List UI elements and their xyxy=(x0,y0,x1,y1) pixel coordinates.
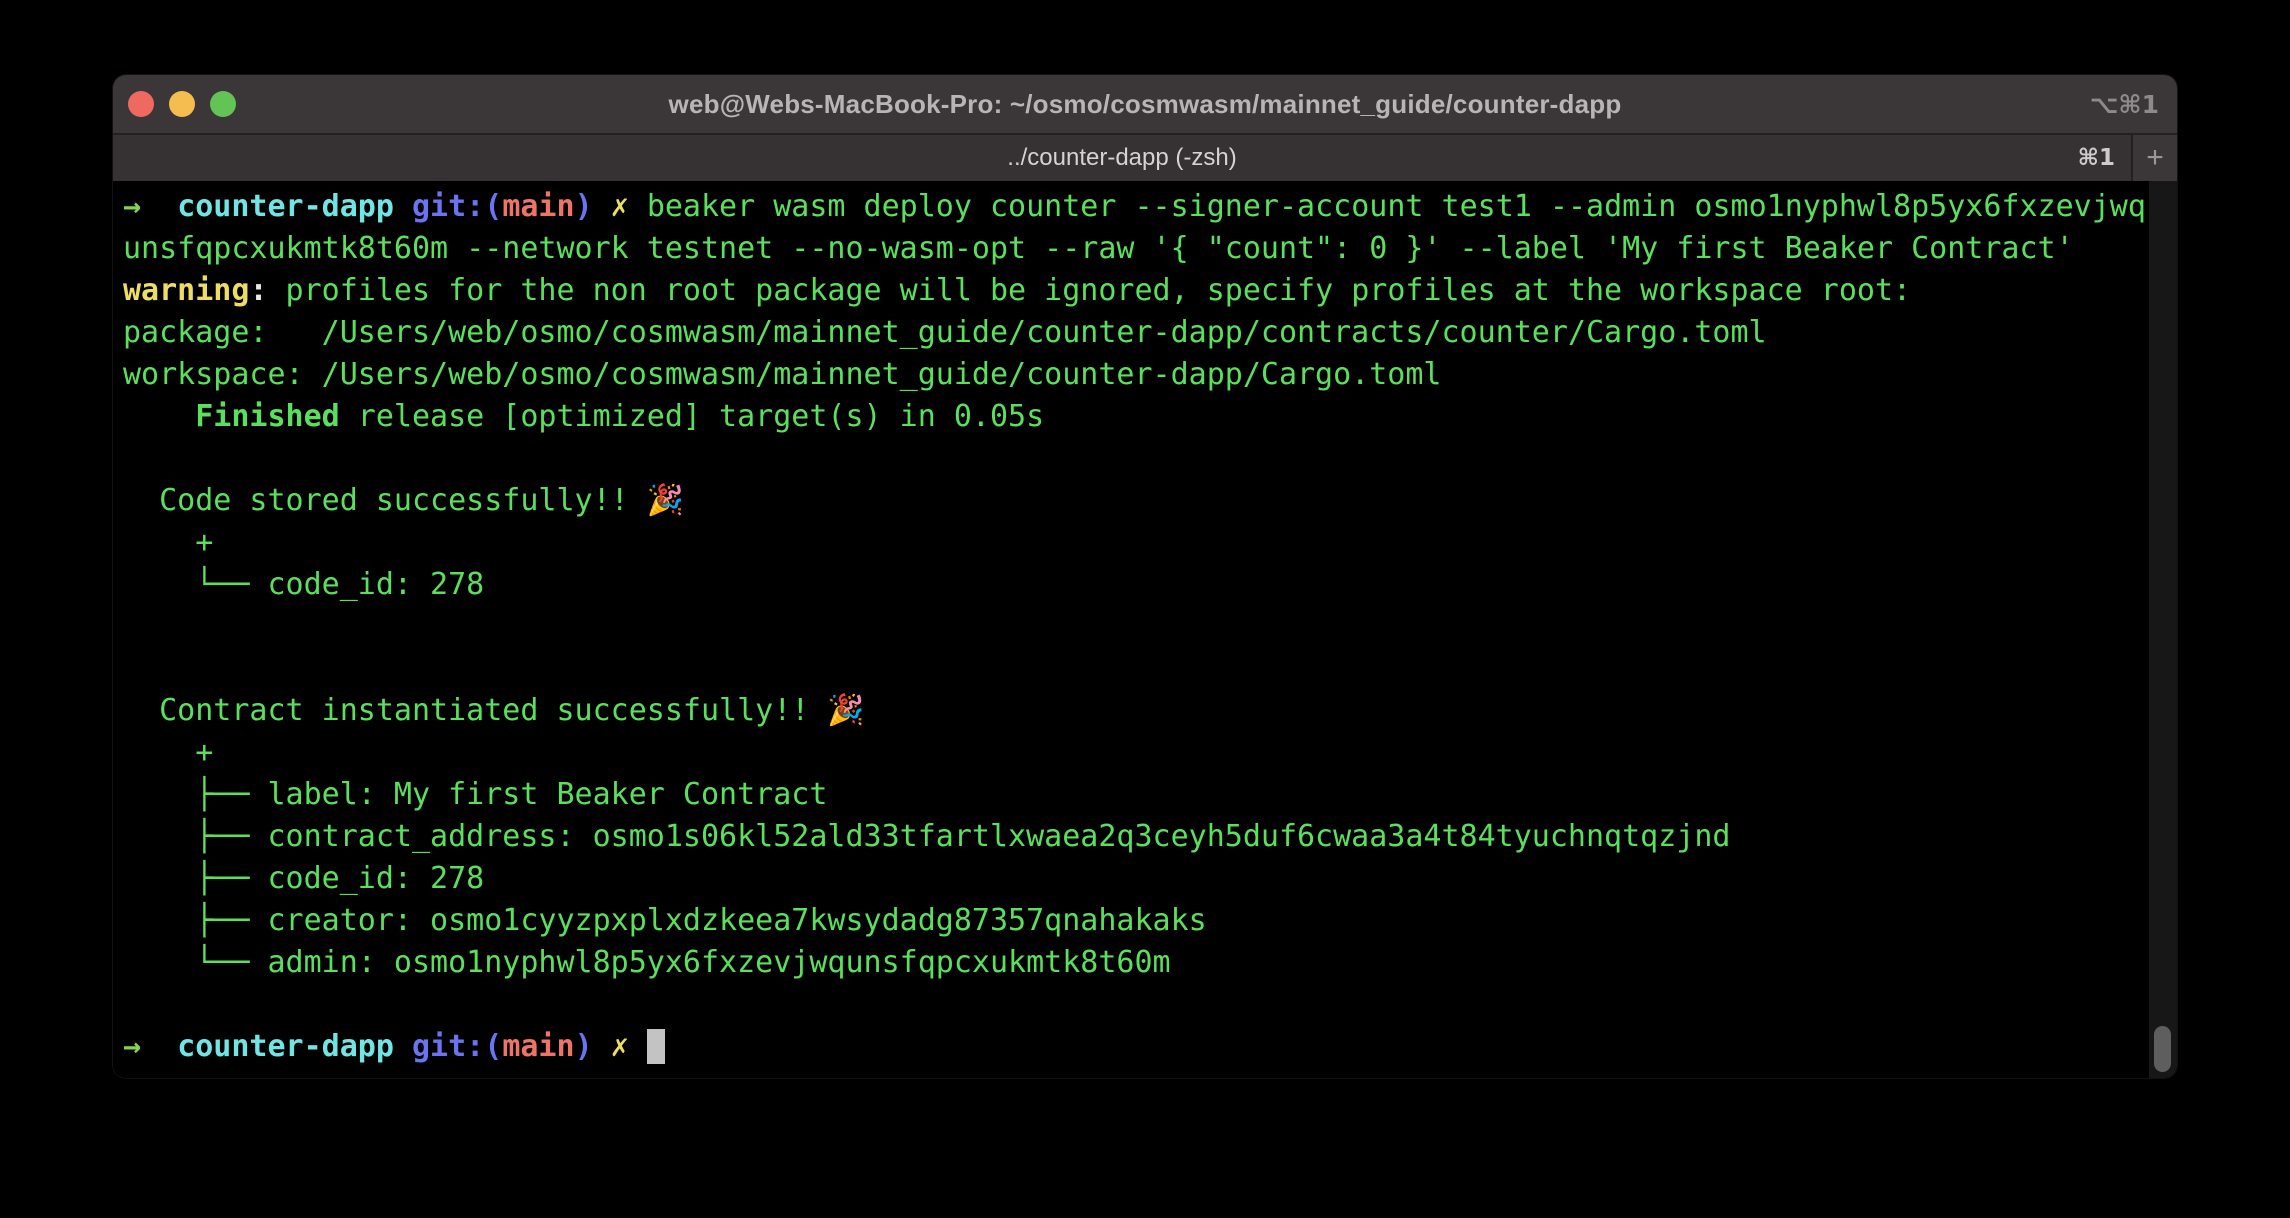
scrollbar-thumb[interactable] xyxy=(2154,1026,2171,1072)
terminal-text: 🎉 xyxy=(827,693,864,728)
terminal-text: + xyxy=(123,735,213,770)
terminal-line: ├── creator: osmo1cyyzpxplxdzkeea7kwsyda… xyxy=(123,900,2177,942)
terminal-line: workspace: /Users/web/osmo/cosmwasm/main… xyxy=(123,354,2177,396)
zoom-button[interactable] xyxy=(210,91,236,117)
terminal-text: ✗ xyxy=(611,1029,629,1064)
terminal-text: counter-dapp xyxy=(177,189,394,224)
terminal-text: ) xyxy=(575,1029,593,1064)
close-button[interactable] xyxy=(128,91,154,117)
terminal-text: beaker wasm deploy counter --signer-acco… xyxy=(647,189,2146,224)
terminal-line: ├── contract_address: osmo1s06kl52ald33t… xyxy=(123,816,2177,858)
terminal-text: Contract instantiated successfully!! xyxy=(123,693,827,728)
terminal-line xyxy=(123,438,2177,480)
terminal-text: + xyxy=(123,525,213,560)
terminal-line: unsfqpcxukmtk8t60m --network testnet --n… xyxy=(123,228,2177,270)
terminal-cursor xyxy=(647,1029,665,1064)
terminal-text: main xyxy=(502,189,574,224)
terminal-text: 🎉 xyxy=(647,483,684,518)
terminal-text: release [optimized] target(s) in 0.05s xyxy=(340,399,1044,434)
terminal-line: Code stored successfully!! 🎉 xyxy=(123,480,2177,522)
terminal-line xyxy=(123,648,2177,690)
terminal-text xyxy=(123,399,195,434)
terminal-line xyxy=(123,984,2177,1026)
terminal-text: git:( xyxy=(412,189,502,224)
terminal-output: → counter-dapp git:(main) ✗ beaker wasm … xyxy=(113,181,2177,1068)
terminal-line: warning: profiles for the non root packa… xyxy=(123,270,2177,312)
traffic-lights xyxy=(113,91,236,117)
terminal-text: ) xyxy=(575,189,593,224)
terminal-text: profiles for the non root package will b… xyxy=(268,273,1912,308)
window-title: web@Webs-MacBook-Pro: ~/osmo/cosmwasm/ma… xyxy=(113,89,2177,120)
terminal-text xyxy=(141,1029,177,1064)
terminal-line: Contract instantiated successfully!! 🎉 xyxy=(123,690,2177,732)
terminal-text: workspace: /Users/web/osmo/cosmwasm/main… xyxy=(123,357,1442,392)
terminal-text xyxy=(593,1029,611,1064)
scrollbar-track xyxy=(2149,181,2177,1078)
terminal-line: └── code_id: 278 xyxy=(123,564,2177,606)
terminal-text xyxy=(394,189,412,224)
terminal-text: counter-dapp xyxy=(177,1029,394,1064)
tab-counter-dapp[interactable]: ../counter-dapp (-zsh) ⌘1 xyxy=(113,135,2131,181)
terminal-line: + xyxy=(123,522,2177,564)
terminal-text: Finished xyxy=(195,399,340,434)
tab-shortcut-label: ⌘1 xyxy=(2078,145,2115,171)
terminal-text: ├── label: My first Beaker Contract xyxy=(123,777,827,812)
terminal-line xyxy=(123,606,2177,648)
terminal-text: ├── code_id: 278 xyxy=(123,861,484,896)
terminal-text: → xyxy=(123,189,141,224)
terminal-text xyxy=(141,189,177,224)
terminal-text: └── admin: osmo1nyphwl8p5yx6fxzevjwqunsf… xyxy=(123,945,1171,980)
terminal-text: main xyxy=(502,1029,574,1064)
terminal-line: → counter-dapp git:(main) ✗ beaker wasm … xyxy=(123,186,2177,228)
window-shortcut-label: ⌥⌘1 xyxy=(2090,75,2159,133)
terminal-content[interactable]: → counter-dapp git:(main) ✗ beaker wasm … xyxy=(113,181,2177,1078)
terminal-window: web@Webs-MacBook-Pro: ~/osmo/cosmwasm/ma… xyxy=(113,75,2177,1078)
terminal-text: → xyxy=(123,1029,141,1064)
terminal-text: ✗ xyxy=(611,189,629,224)
terminal-line: └── admin: osmo1nyphwl8p5yx6fxzevjwqunsf… xyxy=(123,942,2177,984)
tab-bar: ../counter-dapp (-zsh) ⌘1 + xyxy=(113,133,2177,181)
terminal-line: package: /Users/web/osmo/cosmwasm/mainne… xyxy=(123,312,2177,354)
terminal-line: + xyxy=(123,732,2177,774)
terminal-text xyxy=(593,189,611,224)
terminal-text: Code stored successfully!! xyxy=(123,483,647,518)
terminal-text: warning xyxy=(123,273,249,308)
window-titlebar[interactable]: web@Webs-MacBook-Pro: ~/osmo/cosmwasm/ma… xyxy=(113,75,2177,133)
terminal-line: → counter-dapp git:(main) ✗ xyxy=(123,1026,2177,1068)
terminal-line: Finished release [optimized] target(s) i… xyxy=(123,396,2177,438)
terminal-text xyxy=(629,1029,647,1064)
minimize-button[interactable] xyxy=(169,91,195,117)
terminal-line: ├── label: My first Beaker Contract xyxy=(123,774,2177,816)
terminal-text xyxy=(394,1029,412,1064)
terminal-line: ├── code_id: 278 xyxy=(123,858,2177,900)
terminal-text: unsfqpcxukmtk8t60m --network testnet --n… xyxy=(123,231,2074,266)
terminal-text: ├── contract_address: osmo1s06kl52ald33t… xyxy=(123,819,1730,854)
terminal-text: ├── creator: osmo1cyyzpxplxdzkeea7kwsyda… xyxy=(123,903,1207,938)
terminal-text: package: /Users/web/osmo/cosmwasm/mainne… xyxy=(123,315,1767,350)
tab-label: ../counter-dapp (-zsh) xyxy=(1007,144,1236,172)
terminal-text: git:( xyxy=(412,1029,502,1064)
new-tab-button[interactable]: + xyxy=(2131,135,2177,181)
terminal-text: : xyxy=(249,273,267,308)
terminal-text xyxy=(629,189,647,224)
terminal-text: └── code_id: 278 xyxy=(123,567,484,602)
